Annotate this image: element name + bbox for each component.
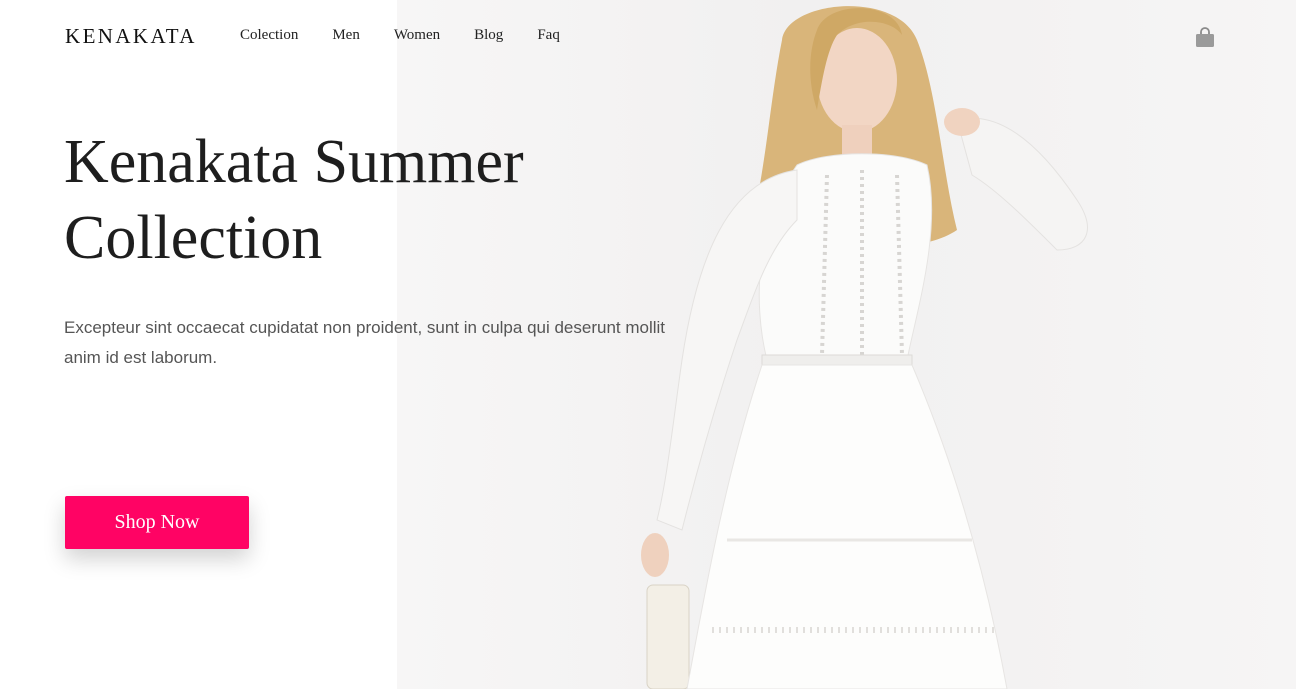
hero-description: Excepteur sint occaecat cupidatat non pr…: [64, 318, 666, 367]
shop-now-button[interactable]: Shop Now: [65, 496, 249, 549]
shopping-bag-icon[interactable]: [1194, 26, 1216, 48]
nav-item-faq[interactable]: Faq: [537, 27, 560, 44]
brand-logo[interactable]: KENAKATA: [65, 24, 197, 49]
hero-title: Kenakata Summer Collection: [64, 128, 524, 272]
main-menu: Colection Men Women Blog Faq: [240, 27, 594, 44]
nav-item-women[interactable]: Women: [394, 27, 440, 44]
nav-item-men[interactable]: Men: [332, 27, 360, 44]
top-navbar: KENAKATA Colection Men Women Blog Faq: [0, 0, 1296, 72]
nav-item-collection[interactable]: Colection: [240, 27, 298, 44]
nav-item-blog[interactable]: Blog: [474, 27, 503, 44]
